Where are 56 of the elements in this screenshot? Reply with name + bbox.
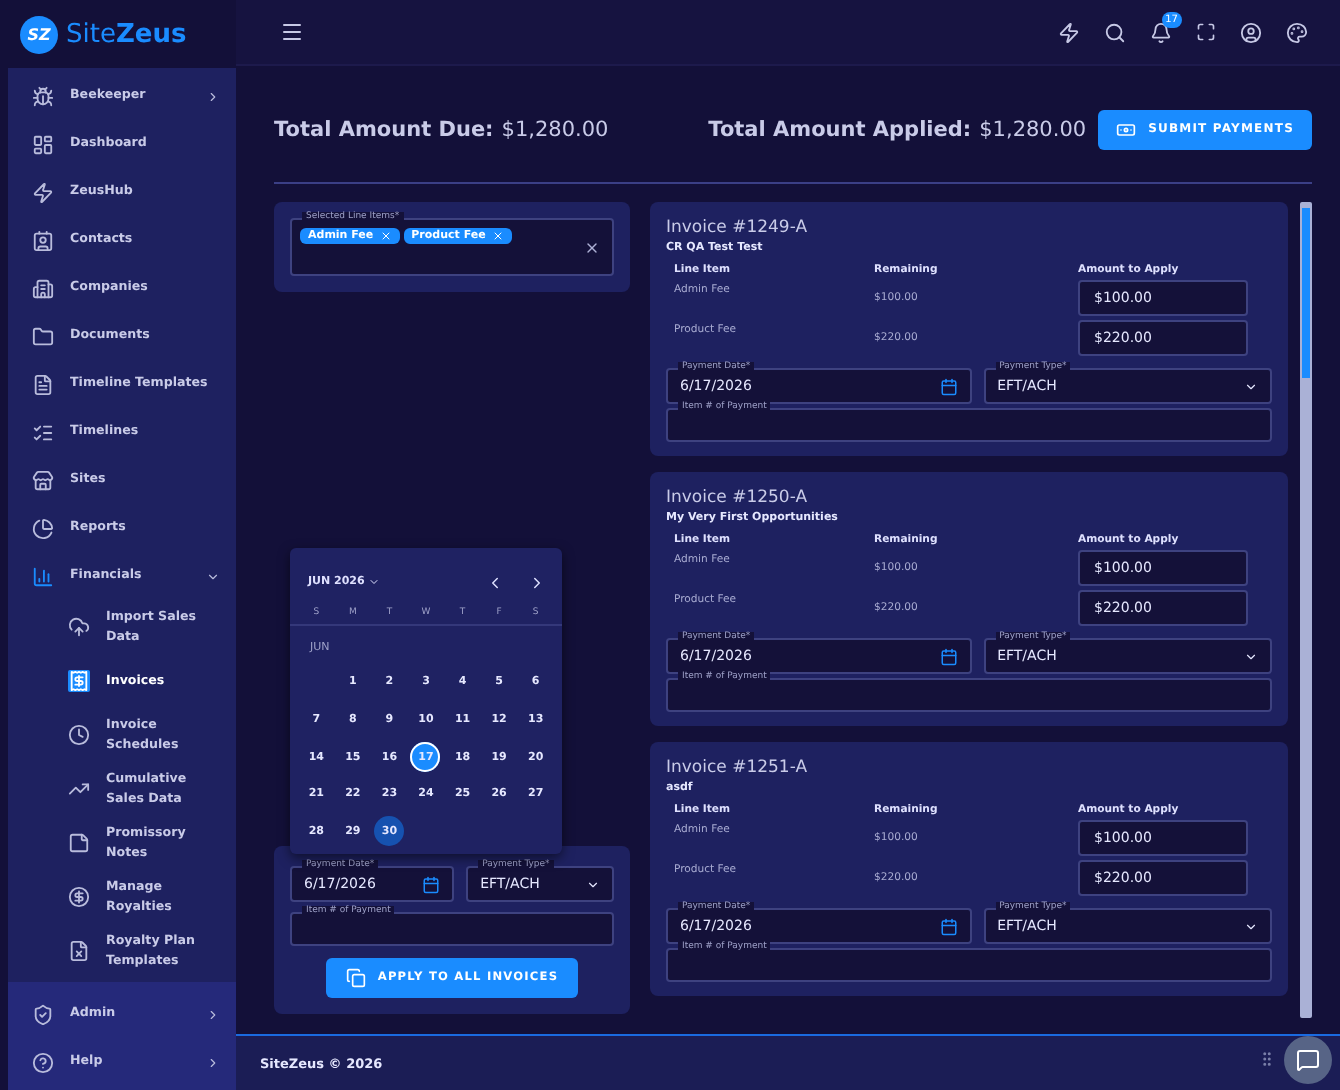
note-icon [68,832,90,854]
clock-icon [68,724,90,746]
menu-icon[interactable] [280,20,304,44]
caret-icon [586,877,600,891]
chat-icon [1296,1048,1320,1072]
next-icon[interactable] [528,573,546,592]
total-value: $1,280.00 [501,117,609,141]
store-icon [32,469,54,491]
expand-icon[interactable] [1196,22,1216,42]
invoice-title: Invoice #1251-A [666,758,810,778]
calendar-icon[interactable] [939,647,958,665]
logo-mark: SZ [20,15,58,53]
caret-icon [1244,649,1258,663]
receipt-icon [68,670,90,692]
bar-chart-icon [32,565,54,587]
previous-icon[interactable] [486,573,504,592]
remove-icon[interactable] [379,230,392,242]
calendar-icon[interactable] [939,377,958,395]
scrollbar[interactable] [1300,202,1312,1018]
dollar-icon [68,886,90,908]
caret-icon [1244,379,1258,393]
upload-icon [68,616,90,638]
grip-icon[interactable] [1258,1050,1276,1068]
pie-chart-icon [32,517,54,539]
total-label: Total Amount Due: [274,117,494,141]
trend-icon [68,778,90,800]
total-label: Total Amount Applied: [708,117,972,141]
chat-button[interactable] [1284,1036,1332,1084]
palette-icon[interactable] [1286,21,1308,43]
checklist-icon [32,421,54,443]
clear-icon[interactable] [584,239,600,255]
document-icon [32,373,54,395]
bug-icon [32,85,54,107]
remove-icon[interactable] [491,230,504,242]
folder-icon [32,325,54,347]
bell-icon[interactable] [1150,21,1172,43]
money-icon [1116,119,1137,139]
invoice-title: Invoice #1250-A [666,488,810,508]
shield-icon [32,1003,54,1025]
calendar-icon[interactable] [422,875,441,893]
copy-icon [345,968,366,988]
user-icon[interactable] [1240,21,1262,43]
building-icon [32,277,54,299]
caret-icon [368,576,381,589]
logo-text: SiteZeus [66,19,187,49]
search-icon[interactable] [1104,21,1126,43]
total-value: $1,280.00 [979,117,1087,141]
dashboard-icon [32,133,54,155]
invoice-title: Invoice #1249-A [666,218,810,238]
calendar-icon[interactable] [939,917,958,935]
help-icon [32,1051,54,1073]
lightning-icon[interactable] [1058,21,1080,43]
document-icon [68,940,90,962]
caret-icon [1244,919,1258,933]
contact-icon [32,229,54,251]
lightning-icon [32,181,54,203]
